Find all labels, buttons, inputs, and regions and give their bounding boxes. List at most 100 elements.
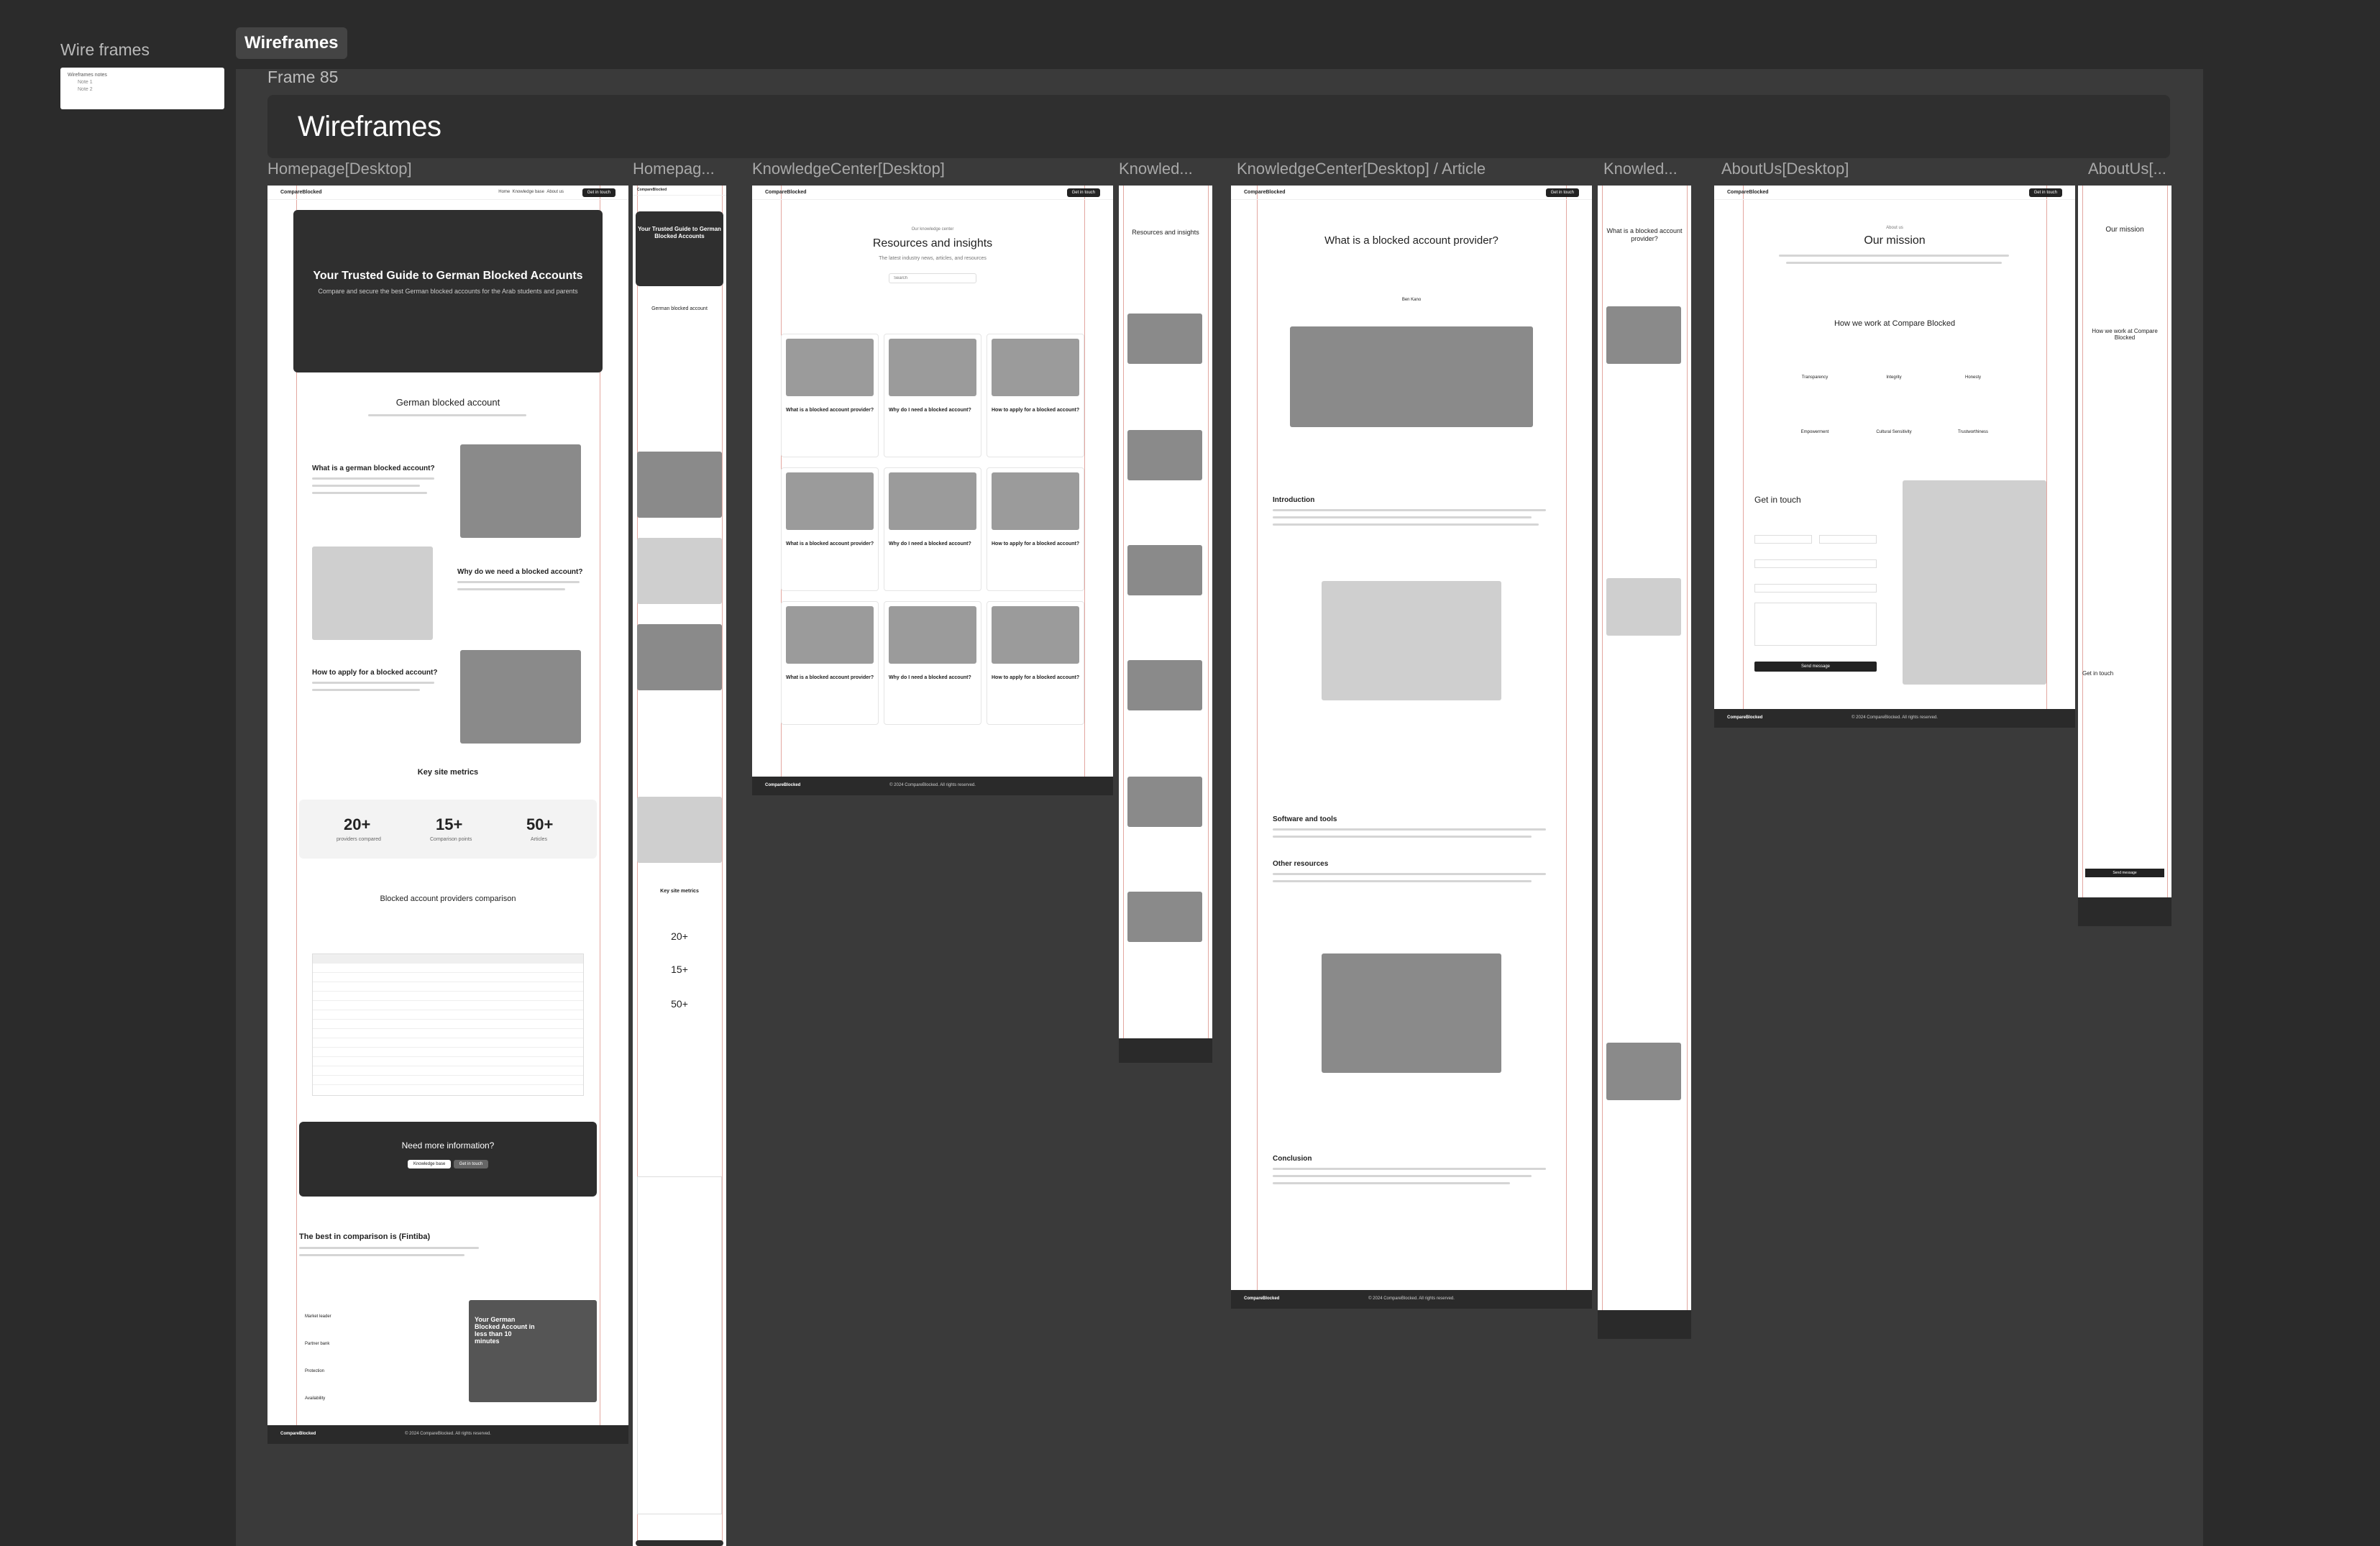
nav-cta-button[interactable]: Get in touch <box>2028 188 2062 197</box>
article-card[interactable]: Why do I need a blocked account? <box>884 334 981 457</box>
comparison-table <box>312 953 584 1096</box>
page-item[interactable]: Note 1 <box>68 79 217 86</box>
metrics-box: 20+ providers compared 15+ Comparison po… <box>299 800 597 859</box>
frame-kc-desktop[interactable]: CompareBlocked Get in touch Our knowledg… <box>752 186 1113 795</box>
last-name-field[interactable] <box>1819 535 1877 544</box>
frame-label-about-desktop[interactable]: AboutUs[Desktop] <box>1721 160 1937 178</box>
metric-value: 50+ <box>671 998 688 1010</box>
get-in-touch-button[interactable]: Get in touch <box>453 1160 489 1168</box>
frame-label-homepage-desktop[interactable]: Homepage[Desktop] <box>267 160 483 178</box>
value-item: Cultural Sensitivity <box>1876 430 1912 434</box>
nav-cta-button[interactable]: Get in touch <box>1545 188 1579 197</box>
frame-label-homepage-mobile[interactable]: Homepag... <box>633 160 723 178</box>
frame-name[interactable]: Frame 85 <box>267 68 338 87</box>
value-item: Honesty <box>1964 375 1981 380</box>
contact-title: Get in touch <box>1754 495 1801 505</box>
article-section: Software and tools <box>1273 815 1337 823</box>
kc-title: Resources and insights <box>1132 229 1199 236</box>
section-title: German blocked account <box>651 306 708 311</box>
article-title: What is a blocked account provider? <box>1324 234 1498 247</box>
nav-cta-button[interactable]: Get in touch <box>1066 188 1100 197</box>
value-item: Empowerment <box>1800 430 1829 434</box>
first-name-field[interactable] <box>1754 535 1812 544</box>
article-card[interactable]: What is a blocked account provider? <box>781 601 879 725</box>
q1-title: What is a german blocked account? <box>312 465 435 472</box>
site-logo[interactable]: CompareBlocked <box>1244 190 1286 195</box>
frame-about-desktop[interactable]: CompareBlocked Get in touch About us Our… <box>1714 186 2075 728</box>
article-author: Ben Kano <box>1401 298 1422 302</box>
frame-homepage-mobile[interactable]: CompareBlocked Your Trusted Guide to Ger… <box>633 186 726 1546</box>
frame-label-kc-desktop[interactable]: KnowledgeCenter[Desktop] <box>752 160 968 178</box>
about-image <box>1903 480 2046 685</box>
hero-banner: Your Trusted Guide to German Blocked Acc… <box>636 211 723 286</box>
photo-placeholder <box>312 546 433 640</box>
metric-label: providers compared <box>337 837 381 842</box>
frame-label-about-mobile[interactable]: AboutUs[... <box>2088 160 2178 178</box>
page-item[interactable]: Note 2 <box>68 86 217 93</box>
message-field[interactable] <box>1754 603 1877 646</box>
site-footer <box>1119 1038 1212 1063</box>
article-section: Other resources <box>1273 860 1329 868</box>
how-title: How we work at Compare Blocked <box>2092 328 2158 341</box>
frame-about-mobile[interactable]: Our mission How we work at Compare Block… <box>2078 186 2171 926</box>
nav-links: Home Knowledge base About us <box>498 190 564 194</box>
frame-label-kc-article-mobile[interactable]: Knowled... <box>1603 160 1693 178</box>
knowledge-base-button[interactable]: Knowledge base <box>407 1160 452 1168</box>
nav-knowledge[interactable]: Knowledge base <box>513 190 544 194</box>
feature-item: Partner bank <box>305 1342 330 1346</box>
site-footer: CompareBlocked © 2024 CompareBlocked. Al… <box>752 777 1113 795</box>
wireframes-header: Wireframes <box>267 95 2170 158</box>
article-title: What is a blocked account provider? <box>1606 227 1683 242</box>
feature-item: Protection <box>305 1369 325 1373</box>
pages-list[interactable]: Wireframes notes Note 1 Note 2 <box>60 68 224 109</box>
article-hero-image <box>1290 326 1533 427</box>
email-field[interactable] <box>1754 559 1877 568</box>
info-cta-box <box>636 1540 723 1546</box>
send-message-button[interactable]: Send message <box>1754 662 1877 672</box>
about-eyebrow: About us <box>1886 226 1903 230</box>
article-card[interactable]: How to apply for a blocked account? <box>987 467 1084 591</box>
kc-title: Resources and insights <box>872 237 993 250</box>
metrics-title: Key site metrics <box>417 768 479 777</box>
site-footer: CompareBlocked © 2024 CompareBlocked. Al… <box>1231 1290 1592 1309</box>
article-card[interactable]: What is a blocked account provider? <box>781 467 879 591</box>
frame-label-kc-mobile[interactable]: Knowled... <box>1119 160 1209 178</box>
site-footer: CompareBlocked © 2024 CompareBlocked. Al… <box>1714 709 2075 728</box>
photo-placeholder <box>460 650 581 744</box>
frame-article-mobile[interactable]: What is a blocked account provider? <box>1598 186 1691 1339</box>
site-logo[interactable]: CompareBlocked <box>765 190 807 195</box>
nav-about[interactable]: About us <box>546 190 564 194</box>
nav-cta-button[interactable]: Get in touch <box>582 188 615 197</box>
send-message-button[interactable]: Send message <box>2085 869 2164 877</box>
about-title: Our mission <box>2105 226 2144 234</box>
hero-title: Your Trusted Guide to German Blocked Acc… <box>313 270 583 282</box>
site-logo[interactable]: CompareBlocked <box>1727 190 1769 195</box>
feature-list: Market leader Partner bank Protection Av… <box>305 1303 331 1412</box>
page-item[interactable]: Wireframes notes <box>68 72 217 79</box>
photo-placeholder <box>637 624 722 690</box>
contact-title: Get in touch <box>2082 670 2114 677</box>
site-logo[interactable]: CompareBlocked <box>280 190 322 195</box>
best-title: The best in comparison is (Fintiba) <box>299 1232 431 1241</box>
kc-search-input[interactable] <box>889 273 976 283</box>
site-nav: CompareBlocked Home Knowledge base About… <box>267 186 628 200</box>
section-title: German blocked account <box>395 397 500 408</box>
nav-home[interactable]: Home <box>498 190 510 194</box>
frame-homepage-desktop[interactable]: CompareBlocked Home Knowledge base About… <box>267 186 628 1444</box>
frame-label-kc-article-desktop[interactable]: KnowledgeCenter[Desktop] / Article <box>1237 160 1553 178</box>
metric-label: Comparison points <box>430 837 472 842</box>
site-logo[interactable]: CompareBlocked <box>637 188 667 192</box>
frame-tag[interactable]: Wireframes <box>236 27 347 59</box>
value-item: Integrity <box>1886 375 1902 380</box>
frame-article-desktop[interactable]: CompareBlocked Get in touch What is a bl… <box>1231 186 1592 1309</box>
article-section: Conclusion <box>1273 1155 1312 1163</box>
article-card[interactable]: How to apply for a blocked account? <box>987 601 1084 725</box>
header-title: Wireframes <box>298 111 441 142</box>
article-card[interactable]: Why do I need a blocked account? <box>884 467 981 591</box>
frame-kc-mobile[interactable]: Resources and insights <box>1119 186 1212 1063</box>
article-card[interactable]: How to apply for a blocked account? <box>987 334 1084 457</box>
article-card[interactable]: What is a blocked account provider? <box>781 334 879 457</box>
phone-field[interactable] <box>1754 584 1877 593</box>
pages-panel-title: Wire frames <box>60 40 150 59</box>
article-card[interactable]: Why do I need a blocked account? <box>884 601 981 725</box>
